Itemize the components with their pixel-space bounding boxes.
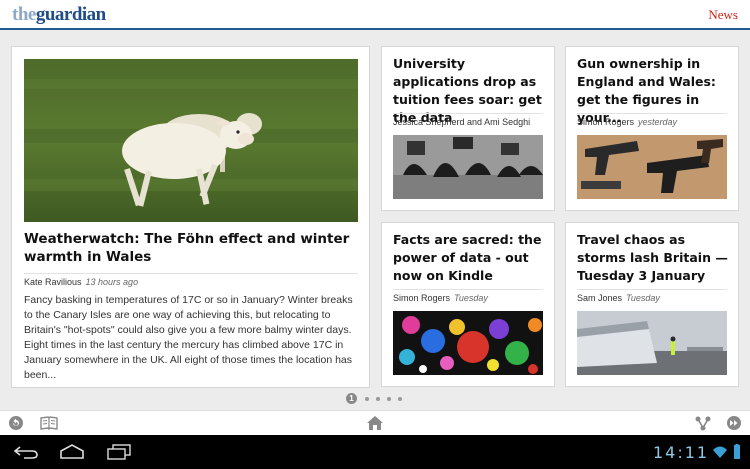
- refresh-icon[interactable]: [8, 415, 26, 431]
- story-card[interactable]: Facts are sacred: the power of data - ou…: [381, 222, 555, 387]
- feature-author: Kate Ravilious: [24, 277, 82, 287]
- wifi-icon: [712, 444, 728, 460]
- page-indicator: 1: [346, 393, 406, 405]
- story-card[interactable]: University applications drop as tuition …: [381, 46, 555, 211]
- share-icon[interactable]: [694, 415, 712, 431]
- system-clock: 14:11: [653, 443, 710, 462]
- page-dot[interactable]: [376, 397, 380, 401]
- guardian-logo[interactable]: theguardian: [12, 4, 106, 26]
- app-bottom-bar: [0, 410, 750, 435]
- story-byline: Simon Rogers Tuesday: [393, 289, 543, 303]
- back-icon[interactable]: [12, 444, 40, 460]
- story-author: Jessica Shepherd and Ami Sedghi: [393, 117, 531, 127]
- story-card[interactable]: Travel chaos as storms lash Britain — Tu…: [565, 222, 739, 387]
- system-nav-bar: 14:11: [0, 435, 750, 469]
- story-time: Tuesday: [454, 293, 488, 303]
- story-author: Simon Rogers: [577, 117, 635, 127]
- story-byline: Sam Jones Tuesday: [577, 289, 727, 303]
- page-dot-current[interactable]: 1: [346, 393, 357, 404]
- home-nav-icon[interactable]: [58, 444, 86, 460]
- page-dot[interactable]: [365, 397, 369, 401]
- story-time: yesterday: [638, 117, 678, 127]
- story-headline[interactable]: Travel chaos as storms lash Britain — Tu…: [577, 231, 732, 285]
- data-bubbles-graphic: [393, 311, 543, 375]
- fast-forward-icon[interactable]: [726, 415, 744, 431]
- story-time: Tuesday: [626, 293, 660, 303]
- page-dot[interactable]: [398, 397, 402, 401]
- story-card[interactable]: Gun ownership in England and Wales: get …: [565, 46, 739, 211]
- overturned-lorry-photo: [577, 311, 727, 375]
- top-bar: theguardian News: [0, 0, 750, 30]
- logo-name: guardian: [35, 4, 106, 25]
- handguns-photo: [577, 135, 727, 199]
- recent-apps-icon[interactable]: [105, 444, 133, 460]
- page-dot[interactable]: [387, 397, 391, 401]
- story-author: Simon Rogers: [393, 293, 451, 303]
- graduates-photo: [393, 135, 543, 199]
- section-link[interactable]: News: [708, 7, 738, 23]
- book-icon[interactable]: [40, 415, 58, 431]
- feature-headline[interactable]: Weatherwatch: The Föhn effect and winter…: [24, 230, 358, 266]
- story-headline[interactable]: Facts are sacred: the power of data - ou…: [393, 231, 548, 285]
- story-byline: Simon Rogers yesterday: [577, 113, 727, 127]
- story-author: Sam Jones: [577, 293, 623, 303]
- feature-byline: Kate Ravilious 13 hours ago: [24, 273, 358, 287]
- story-byline: Jessica Shepherd and Ami Sedghi: [393, 113, 543, 127]
- feature-excerpt: Fancy basking in temperatures of 17C or …: [24, 294, 353, 381]
- feature-story-card[interactable]: Weatherwatch: The Föhn effect and winter…: [11, 46, 370, 388]
- battery-icon: [731, 444, 743, 460]
- feature-time: 13 hours ago: [85, 277, 139, 287]
- logo-prefix: the: [12, 4, 36, 25]
- home-icon[interactable]: [366, 415, 384, 431]
- lambs-photo: [24, 59, 358, 222]
